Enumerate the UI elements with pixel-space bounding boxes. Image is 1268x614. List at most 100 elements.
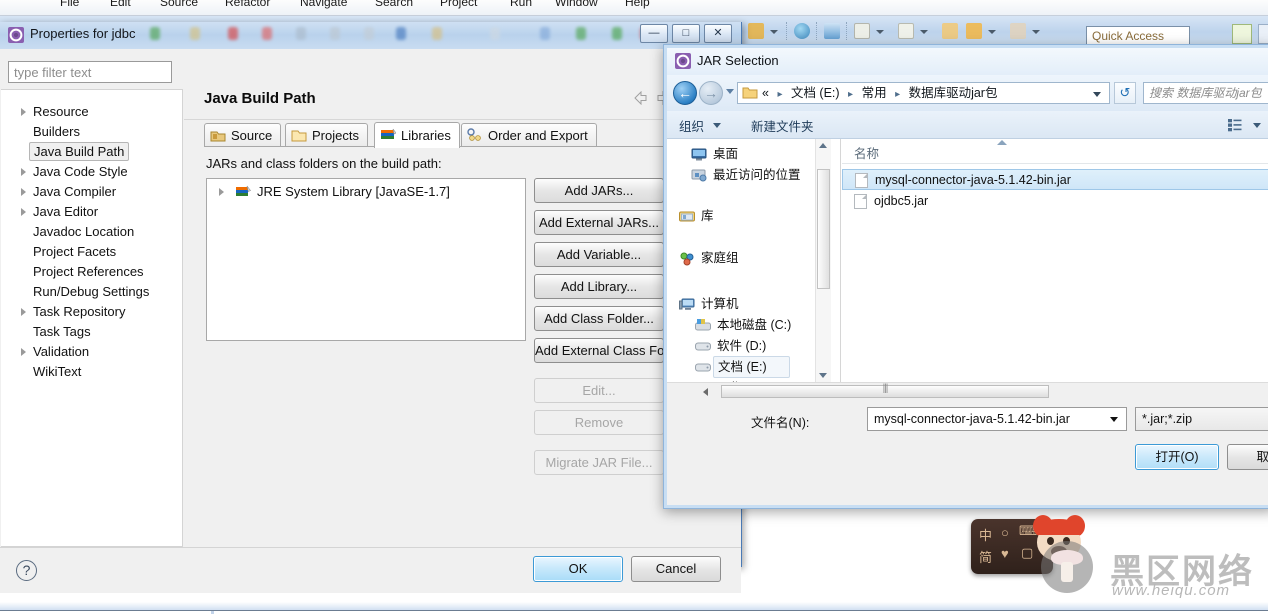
navigation-pane[interactable]: 桌面 最近访问的位置 库 家庭组 计算机 本地磁盘 (C:) 软件 (D:) 文… [667, 139, 841, 395]
scroll-up-arrow-icon[interactable] [819, 143, 827, 148]
add-external-jars-button[interactable]: Add External JARs... [534, 210, 664, 235]
filter-text-input[interactable]: type filter text [8, 61, 172, 83]
organize-menu[interactable]: 组织 [679, 116, 704, 135]
tab-order-and-export[interactable]: Order and Export [461, 123, 597, 147]
chevron-down-icon[interactable] [1253, 123, 1261, 128]
chevron-right-icon[interactable] [21, 308, 26, 316]
edit-button[interactable]: Edit... [534, 378, 664, 403]
close-button[interactable]: ✕ [704, 24, 732, 43]
run-icon[interactable] [824, 23, 840, 39]
ime-mode-chinese[interactable]: 中 [979, 525, 992, 544]
view-layout-icon[interactable] [1227, 118, 1243, 132]
add-class-folder-button[interactable]: Add Class Folder... [534, 306, 664, 331]
editor-tab-strip[interactable] [0, 602, 1268, 611]
chevron-down-icon[interactable] [920, 30, 928, 34]
nav-item-drive-d[interactable]: 软件 (D:) [695, 335, 855, 358]
chevron-down-icon[interactable] [988, 30, 996, 34]
chevron-down-icon[interactable] [1093, 92, 1101, 97]
filetype-select[interactable]: *.jar;*.zip [1135, 407, 1268, 431]
properties-title-bar[interactable]: Properties for jdbc — □ ✕ [0, 22, 741, 49]
address-bar[interactable]: « ▸ 文档 (E:) ▸ 常用 ▸ 数据库驱动jar包 [737, 82, 1110, 104]
tree-item-project-references[interactable]: Project References [1, 262, 181, 282]
open-button[interactable]: 打开(O) [1135, 444, 1219, 470]
open-perspective-icon[interactable] [1232, 24, 1252, 44]
add-variable-button[interactable]: Add Variable... [534, 242, 664, 267]
chevron-right-icon[interactable] [21, 208, 26, 216]
forward-icon[interactable] [1010, 23, 1026, 39]
menu-item-source[interactable]: Source [160, 0, 198, 9]
external-tools-icon[interactable] [854, 23, 870, 39]
column-header-name[interactable]: 名称 [854, 143, 879, 162]
back-icon[interactable] [966, 23, 982, 39]
tree-item-wikitext[interactable]: WikiText [1, 362, 181, 382]
menu-item-file[interactable]: File [60, 0, 79, 9]
menu-item-navigate[interactable]: Navigate [300, 0, 347, 9]
breadcrumb-item-2[interactable]: 数据库驱动jar包 [909, 86, 998, 100]
navigation-pane-scrollbar[interactable] [815, 139, 831, 382]
remove-button[interactable]: Remove [534, 410, 664, 435]
new-folder-button[interactable]: 新建文件夹 [751, 116, 814, 135]
jar-entry-jre-system-library[interactable]: JRE System Library [JavaSE-1.7] [207, 182, 525, 202]
nav-item-local-disk-c[interactable]: 本地磁盘 (C:) [695, 314, 855, 337]
maximize-button[interactable]: □ [672, 24, 700, 43]
file-row-mysql-connector[interactable]: mysql-connector-java-5.1.42-bin.jar [842, 169, 1268, 190]
forward-circle-icon[interactable]: → [699, 81, 723, 105]
back-circle-icon[interactable]: ← [673, 81, 697, 105]
chevron-right-icon[interactable] [21, 168, 26, 176]
tree-item-project-facets[interactable]: Project Facets [1, 242, 181, 262]
previous-edit-icon[interactable] [942, 23, 958, 39]
scroll-down-arrow-icon[interactable] [819, 373, 827, 378]
chevron-down-icon[interactable] [713, 123, 721, 128]
menu-item-project[interactable]: Project [440, 0, 477, 9]
tree-item-run-debug-settings[interactable]: Run/Debug Settings [1, 282, 181, 302]
recent-locations-chevron-icon[interactable] [726, 89, 734, 94]
breadcrumb[interactable]: « ▸ 文档 (E:) ▸ 常用 ▸ 数据库驱动jar包 [762, 84, 997, 104]
properties-tree[interactable]: Resource Builders Java Build Path Java C… [1, 89, 183, 547]
heart-icon[interactable]: ♥ [1001, 546, 1009, 561]
search-input[interactable]: 搜索 数据库驱动jar包 [1143, 82, 1268, 104]
add-jars-button[interactable]: Add JARs... [534, 178, 664, 203]
migrate-jar-file-button[interactable]: Migrate JAR File... [534, 450, 664, 475]
ime-mode-simplified[interactable]: 简 [979, 547, 992, 566]
nav-item-drive-e[interactable]: 文档 (E:) [695, 356, 855, 379]
cancel-button[interactable]: 取消 [1227, 444, 1268, 470]
file-list-header[interactable]: 名称 [842, 139, 1268, 164]
breadcrumb-item-0[interactable]: 文档 (E:) [791, 86, 840, 100]
globe-icon[interactable] [794, 23, 810, 39]
tree-item-java-code-style[interactable]: Java Code Style [1, 162, 181, 182]
menu-item-help[interactable]: Help [625, 0, 650, 9]
tab-source[interactable]: Source [204, 123, 282, 147]
chevron-right-icon[interactable] [21, 348, 26, 356]
tree-item-javadoc-location[interactable]: Javadoc Location [1, 222, 181, 242]
refresh-icon[interactable]: ↺ [1114, 82, 1136, 104]
jar-entries-list[interactable]: JRE System Library [JavaSE-1.7] [206, 178, 526, 341]
filename-input[interactable]: mysql-connector-java-5.1.42-bin.jar [867, 407, 1127, 431]
tab-libraries[interactable]: Libraries [374, 122, 460, 148]
chevron-down-icon[interactable] [1110, 417, 1118, 422]
file-list-horizontal-scrollbar[interactable] [667, 382, 1268, 400]
new-icon[interactable] [748, 23, 764, 39]
scrollbar-thumb[interactable] [817, 169, 830, 289]
chevron-right-icon[interactable] [21, 108, 26, 116]
file-list-pane[interactable]: 名称 mysql-connector-java-5.1.42-bin.jar o… [842, 139, 1268, 382]
scrollbar-thumb[interactable] [721, 385, 1049, 398]
tree-item-builders[interactable]: Builders [1, 122, 181, 142]
menu-item-edit[interactable]: Edit [110, 0, 131, 9]
scroll-left-arrow-icon[interactable] [703, 388, 708, 396]
tree-item-task-repository[interactable]: Task Repository [1, 302, 181, 322]
cancel-button[interactable]: Cancel [631, 556, 721, 582]
build-path-tabs[interactable]: Source Projects Libraries Order and Expo… [204, 122, 724, 148]
menu-item-window[interactable]: Window [555, 0, 598, 9]
menu-item-refactor[interactable]: Refactor [225, 0, 270, 9]
chevron-down-icon[interactable] [1032, 30, 1040, 34]
minimize-button[interactable]: — [640, 24, 668, 43]
chevron-down-icon[interactable] [876, 30, 884, 34]
tree-item-resource[interactable]: Resource [1, 102, 181, 122]
tab-projects[interactable]: Projects [285, 123, 368, 147]
add-external-class-folder-button[interactable]: Add External Class Folder... [534, 338, 664, 363]
quick-access-input[interactable]: Quick Access [1086, 26, 1190, 45]
chevron-right-icon[interactable] [21, 188, 26, 196]
java-perspective-icon[interactable] [1258, 24, 1268, 44]
next-annotation-icon[interactable] [898, 23, 914, 39]
menu-item-run[interactable]: Run [510, 0, 532, 9]
